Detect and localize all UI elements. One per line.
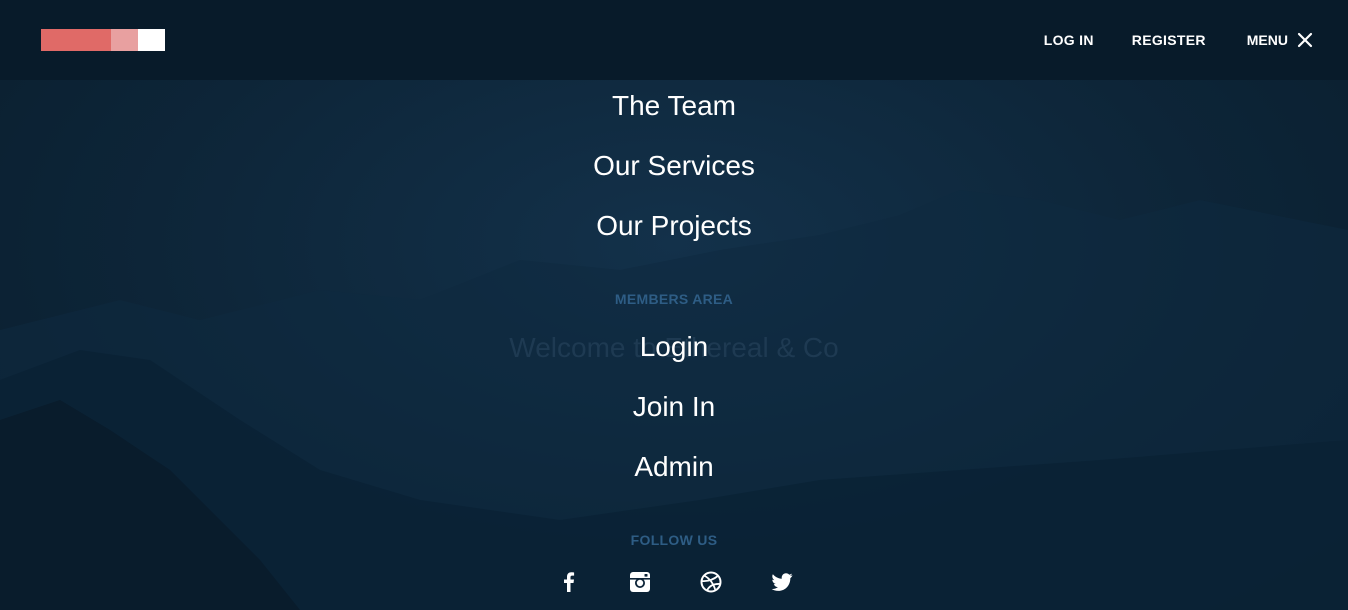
logo-segment: [111, 29, 138, 51]
menu-link-admin[interactable]: Admin: [0, 447, 1348, 487]
menu-link-join[interactable]: Join In: [0, 387, 1348, 427]
register-link[interactable]: REGISTER: [1132, 32, 1206, 48]
instagram-icon[interactable]: [628, 570, 652, 594]
dribbble-icon[interactable]: [699, 570, 723, 594]
menu-link-login[interactable]: Login: [0, 327, 1348, 367]
header-nav: LOG IN REGISTER MENU: [1044, 30, 1313, 50]
overlay-menu: The Team Our Services Our Projects MEMBE…: [0, 80, 1348, 610]
menu-toggle-button[interactable]: MENU: [1247, 32, 1313, 48]
twitter-icon[interactable]: [770, 570, 794, 594]
menu-link-services[interactable]: Our Services: [0, 146, 1348, 186]
brand-logo[interactable]: [41, 29, 165, 51]
logo-segment: [41, 29, 111, 51]
logo-segment: [138, 29, 165, 51]
menu-label: MENU: [1246, 32, 1288, 48]
login-link[interactable]: LOG IN: [1044, 32, 1094, 48]
members-area-heading: MEMBERS AREA: [614, 291, 734, 307]
facebook-icon[interactable]: [557, 570, 581, 594]
close-icon[interactable]: [1297, 32, 1313, 48]
social-links: [0, 570, 1348, 596]
menu-link-projects[interactable]: Our Projects: [0, 206, 1348, 246]
menu-link-team[interactable]: The Team: [0, 86, 1348, 126]
site-header: LOG IN REGISTER MENU: [0, 0, 1348, 80]
follow-us-heading: FOLLOW US: [630, 532, 718, 548]
